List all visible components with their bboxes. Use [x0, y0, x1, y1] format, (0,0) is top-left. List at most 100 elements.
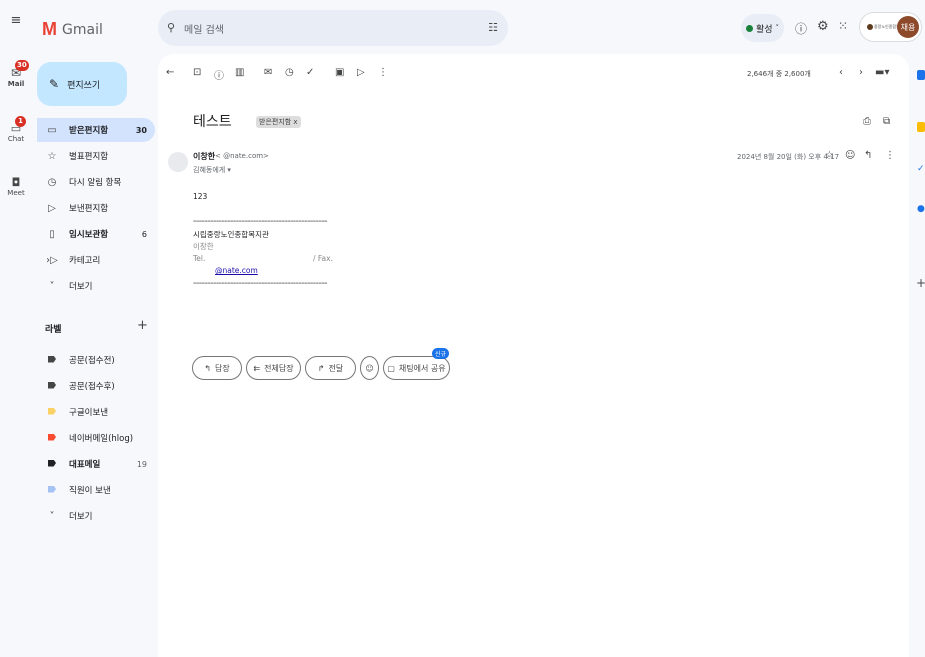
- app-rail: ≡ ✉ 30 Mail ▭ 1 Chat ◘ Meet: [0, 0, 32, 657]
- search-input[interactable]: 메일 검색: [184, 21, 224, 36]
- send-icon: ▷: [48, 202, 56, 214]
- mark-unread-icon[interactable]: ✉: [264, 67, 272, 78]
- sender-name[interactable]: 이창한: [193, 151, 215, 162]
- filter-options-icon[interactable]: ☷: [488, 21, 498, 34]
- inbox-icon: ▭: [47, 124, 57, 136]
- nav-count: 30: [135, 125, 147, 135]
- label-tag-icon: [48, 459, 56, 467]
- label-item[interactable]: 직원이 보낸: [37, 478, 155, 502]
- label-item[interactable]: 네이버메일(hlog): [37, 426, 155, 450]
- search-bar[interactable]: ⚲ 메일 검색 ☷: [158, 10, 508, 46]
- report-spam-icon[interactable]: ⓘ: [214, 67, 224, 82]
- nav-starred[interactable]: ☆ 별표편지함: [37, 144, 155, 168]
- nav-more[interactable]: ˅ 더보기: [37, 274, 155, 298]
- calendar-icon[interactable]: [917, 70, 925, 80]
- input-tools-icon[interactable]: ▬▾: [875, 67, 889, 78]
- status-selector[interactable]: 활성 ˅: [741, 14, 784, 42]
- nav-inbox[interactable]: ▭ 받은편지함 30: [37, 118, 155, 142]
- snooze-icon[interactable]: ◷: [285, 67, 294, 78]
- inbox-chip[interactable]: 받은편지함 x: [256, 116, 301, 128]
- chevron-left-icon[interactable]: ‹: [839, 67, 843, 78]
- more-vert-icon[interactable]: ⋮: [885, 150, 895, 161]
- nav-label: 카테고리: [69, 256, 101, 266]
- status-label: 활성: [755, 24, 773, 35]
- rail-meet-label: Meet: [7, 189, 25, 197]
- help-icon[interactable]: ⓘ: [795, 20, 807, 37]
- main-menu-button[interactable]: ≡: [0, 13, 32, 28]
- chevron-right-icon[interactable]: ›: [859, 67, 863, 78]
- keep-icon[interactable]: [917, 122, 925, 132]
- rail-mail-label: Mail: [7, 80, 25, 88]
- apps-grid-icon[interactable]: ⁙: [838, 19, 848, 33]
- reply-all-icon: ⇇: [253, 363, 261, 373]
- mail-badge: 30: [15, 60, 29, 71]
- gmail-logo[interactable]: M Gmail: [42, 19, 103, 40]
- open-new-window-icon[interactable]: ⧉: [883, 116, 890, 127]
- label-item[interactable]: 구글이보낸: [37, 400, 155, 424]
- signature-email-link[interactable]: @nate.com: [193, 265, 368, 277]
- share-in-chat-button[interactable]: ▢ 채팅에서 공유: [383, 356, 450, 380]
- nav-label: 임시보관함: [69, 230, 109, 240]
- nav-label: 받은편지함: [69, 126, 109, 136]
- emoji-reaction-icon[interactable]: ☺: [845, 150, 855, 161]
- label-name: 대표메일: [69, 460, 101, 470]
- add-label-icon[interactable]: +: [137, 318, 148, 333]
- labels-more[interactable]: ˅ 더보기: [37, 504, 155, 528]
- label-name: 더보기: [69, 512, 93, 522]
- recipient-line[interactable]: 김혜동에게 ▾: [193, 165, 231, 175]
- compose-button[interactable]: ✎ 편지쓰기: [37, 62, 127, 106]
- rail-meet[interactable]: ◘ Meet: [0, 176, 32, 197]
- add-addon-icon[interactable]: +: [916, 276, 925, 290]
- nav-snoozed[interactable]: ◷ 다시 알림 항목: [37, 170, 155, 194]
- reply-icon: ↰: [204, 363, 211, 373]
- nav-categories[interactable]: ›▷ 카테고리: [37, 248, 155, 272]
- forward-icon: ↱: [317, 363, 325, 373]
- reply-all-button[interactable]: ⇇ 전체답장: [246, 356, 301, 380]
- archive-icon[interactable]: ⊡: [193, 67, 201, 78]
- rail-chat[interactable]: ▭ 1 Chat: [0, 116, 32, 143]
- print-icon[interactable]: ⎙: [863, 116, 871, 127]
- account-switcher[interactable]: 중랑노인종합복지관 채용: [859, 12, 922, 42]
- label-name: 네이버메일(hlog): [69, 434, 134, 444]
- label-item[interactable]: 공문(접수전): [37, 348, 155, 372]
- reply-icon[interactable]: ↰: [864, 150, 872, 161]
- forward-button[interactable]: ↱ 전달: [305, 356, 356, 380]
- add-task-icon[interactable]: ✓: [306, 67, 314, 78]
- gmail-m-icon: M: [42, 19, 57, 39]
- label-tag-icon: [48, 381, 56, 389]
- rail-chat-label: Chat: [7, 135, 25, 143]
- signature-tel: Tel.: [193, 254, 206, 263]
- label-tag-icon: [48, 433, 56, 441]
- message-view: ← ⊡ ⓘ ▥ ✉ ◷ ✓ ▣ ▷ ⋮ 2,646개 중 2,600개 ‹ › …: [158, 54, 909, 657]
- label-item[interactable]: 대표메일 19: [37, 452, 155, 476]
- back-arrow-icon[interactable]: ←: [166, 67, 174, 78]
- draft-icon: ▯: [49, 228, 55, 240]
- label-as-icon[interactable]: ▷: [357, 67, 365, 78]
- move-to-icon[interactable]: ▣: [335, 67, 344, 78]
- message-subject: 테스트: [193, 114, 232, 130]
- status-dot-icon: [745, 24, 753, 32]
- nav-sent[interactable]: ▷ 보낸편지함: [37, 196, 155, 220]
- label-item[interactable]: 공문(접수후): [37, 374, 155, 398]
- reply-button[interactable]: ↰ 답장: [192, 356, 242, 380]
- rail-mail[interactable]: ✉ 30 Mail: [0, 60, 32, 88]
- signature-name: 이창한: [193, 242, 214, 251]
- nav-label: 더보기: [69, 282, 93, 292]
- more-vert-icon[interactable]: ⋮: [378, 67, 388, 78]
- chevron-down-icon: ˅: [49, 510, 55, 522]
- emoji-button[interactable]: ☺: [360, 356, 379, 380]
- body-text: 123: [193, 192, 208, 201]
- nav-count: 19: [136, 459, 147, 469]
- star-icon[interactable]: ☆: [825, 150, 834, 161]
- delete-icon[interactable]: ▥: [235, 67, 244, 78]
- tasks-icon[interactable]: ✓: [917, 164, 925, 174]
- star-icon: ☆: [47, 150, 57, 162]
- hamburger-icon: ≡: [10, 13, 22, 28]
- nav-drafts[interactable]: ▯ 임시보관함 6: [37, 222, 155, 246]
- sender-email: < @nate.com>: [215, 152, 269, 160]
- compose-label: 편지쓰기: [67, 80, 101, 91]
- nav-label: 별표편지함: [69, 152, 109, 162]
- settings-icon[interactable]: ⚙: [817, 19, 829, 34]
- contacts-icon[interactable]: ●: [917, 204, 925, 214]
- pagination-text: 2,646개 중 2,600개: [747, 70, 811, 78]
